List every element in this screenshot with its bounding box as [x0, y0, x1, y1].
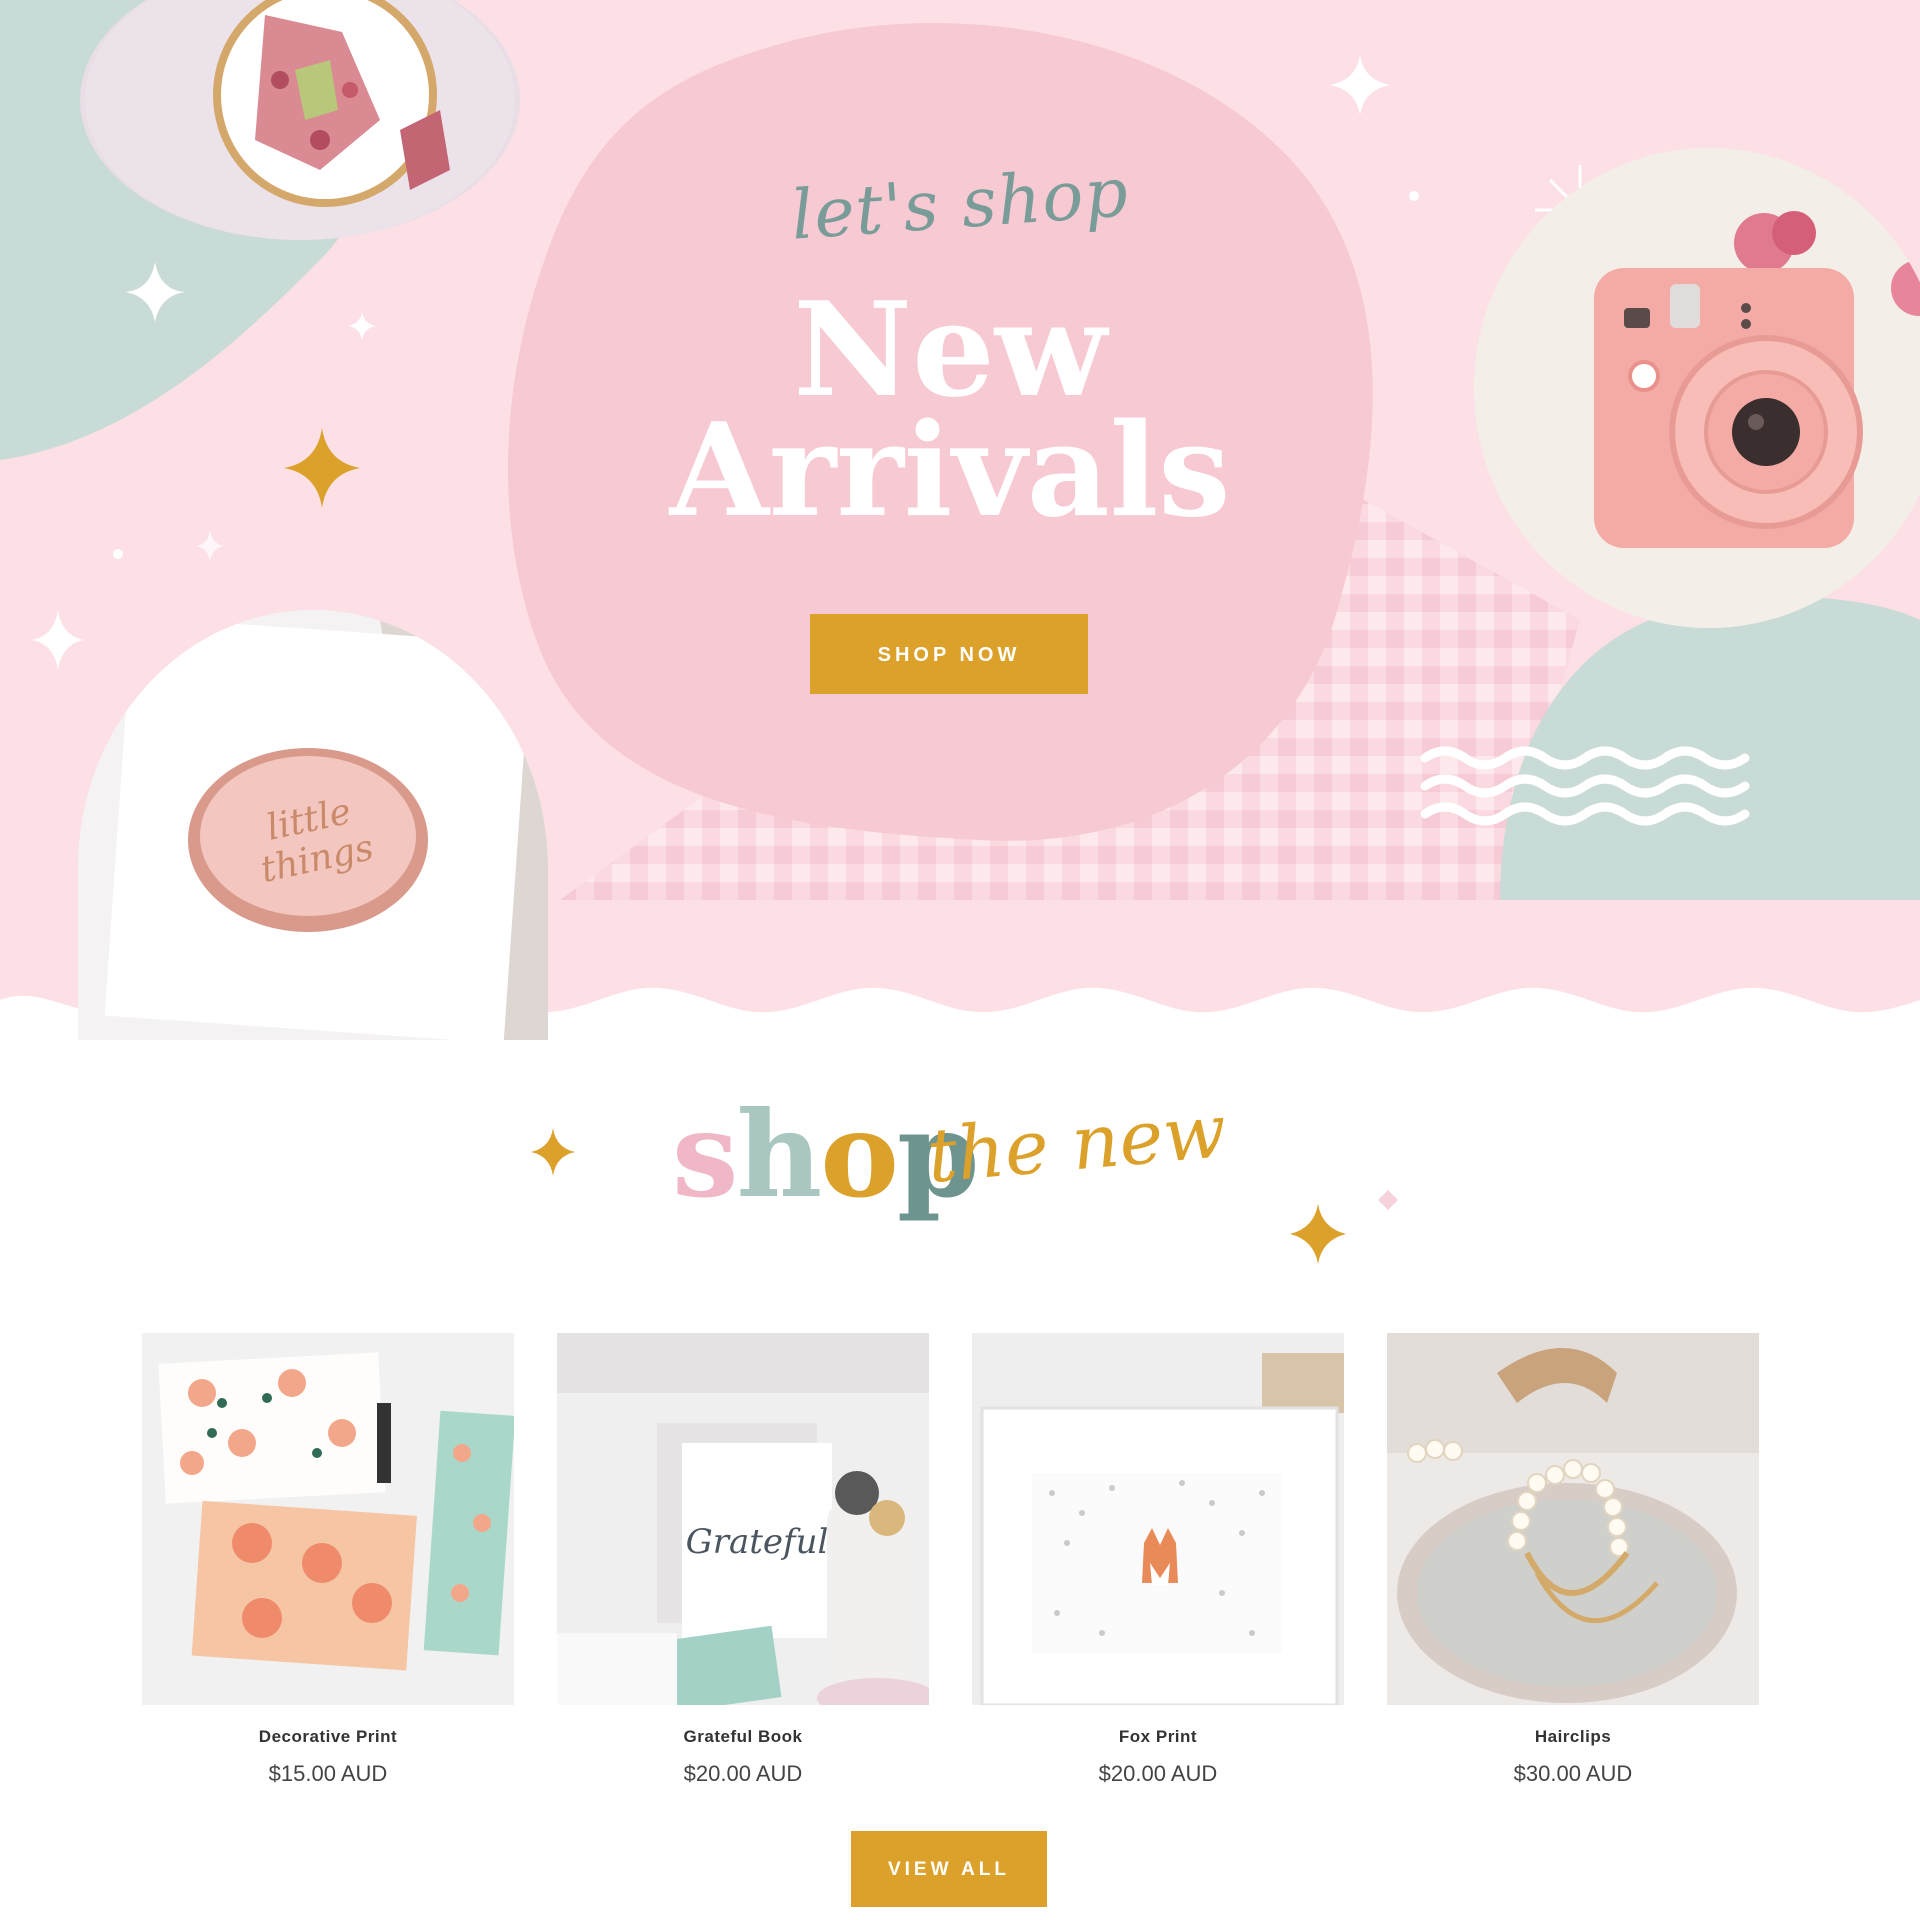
gold-star-icon [531, 1128, 575, 1176]
product-name[interactable]: Hairclips [1387, 1727, 1759, 1747]
instant-camera-photo [1474, 148, 1920, 628]
fox-print-icon [972, 1333, 1344, 1705]
product-price: $30.00 AUD [1513, 1761, 1633, 1786]
view-all-button[interactable]: VIEW ALL [851, 1831, 1047, 1907]
product-name[interactable]: Fox Print [972, 1727, 1344, 1747]
product-image[interactable] [142, 1333, 514, 1705]
grateful-book-icon: Grateful [557, 1333, 929, 1705]
pearl-hairclip-icon [1387, 1333, 1759, 1705]
product-image[interactable] [1387, 1333, 1759, 1705]
title-letter: o [820, 1085, 899, 1224]
title-letter: s [672, 1085, 738, 1224]
product-name[interactable]: Grateful Book [557, 1727, 929, 1747]
svg-text:Grateful: Grateful [686, 1522, 829, 1562]
product-card[interactable]: Fox Print $20.00 AUD [972, 1333, 1344, 1787]
dot-icon [1409, 191, 1419, 201]
product-image[interactable] [972, 1333, 1344, 1705]
floral-cards-icon [142, 1333, 514, 1705]
hero-title: New Arrivals [610, 285, 1290, 546]
product-card[interactable]: Decorative Print $15.00 AUD [142, 1333, 514, 1787]
product-name[interactable]: Decorative Print [142, 1727, 514, 1747]
dot-icon [113, 549, 123, 559]
title-letter: h [736, 1085, 822, 1224]
section-title: shop the new [672, 1085, 1272, 1225]
hero-title-line2: Arrivals [669, 396, 1231, 546]
product-card[interactable]: Grateful Grateful Book $20.00 AUD [557, 1333, 929, 1787]
product-price: $20.00 AUD [683, 1761, 803, 1786]
product-image[interactable]: Grateful [557, 1333, 929, 1705]
pink-diamond-icon [1378, 1190, 1398, 1210]
product-price: $15.00 AUD [268, 1761, 388, 1786]
product-card[interactable]: Hairclips $30.00 AUD [1387, 1333, 1759, 1787]
gold-star-icon [1290, 1204, 1346, 1264]
product-price: $20.00 AUD [1098, 1761, 1218, 1786]
hero-banner: little things let's shop New Arrivals SH… [0, 0, 1920, 1040]
shop-now-button[interactable]: SHOP NOW [810, 614, 1088, 694]
